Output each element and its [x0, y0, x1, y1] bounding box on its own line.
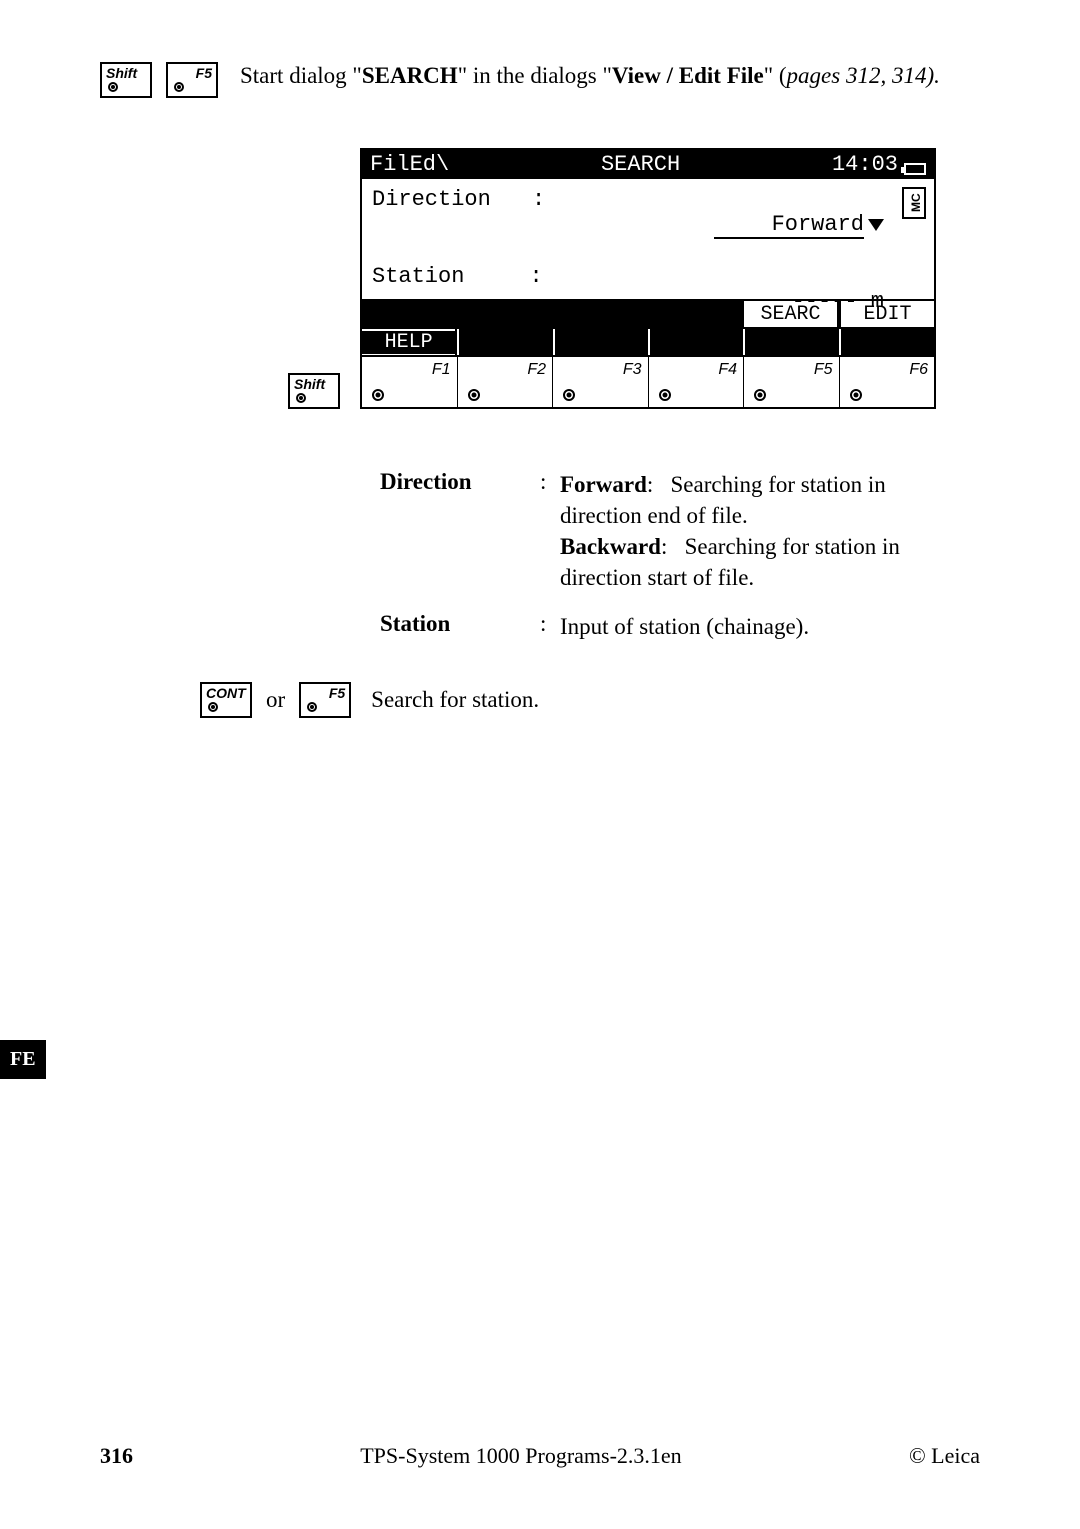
footer-right: © Leica	[909, 1443, 980, 1469]
f6-button[interactable]: F6	[840, 357, 935, 407]
colon: :	[540, 469, 560, 593]
device-block: Shift FilEd\ SEARCH 14:03 MC Direction :…	[100, 148, 980, 409]
station-value: -----	[792, 289, 858, 314]
direction-row: Direction : Forward	[372, 187, 924, 264]
backward-label: Backward	[560, 534, 661, 559]
colon: :	[532, 187, 552, 264]
station-field[interactable]: ----- m	[549, 264, 924, 339]
intro-prefix: Start dialog "	[240, 63, 362, 88]
device-shift-key-col: Shift	[100, 205, 360, 409]
intro-keys: Shift F5	[100, 60, 240, 98]
intro-text: Start dialog "SEARCH" in the dialogs "Vi…	[240, 60, 980, 91]
def-term: Direction	[380, 469, 540, 593]
device-screen: FilEd\ SEARCH 14:03 MC Direction : Forwa…	[360, 148, 936, 409]
f3-button[interactable]: F3	[553, 357, 649, 407]
direction-label: Direction	[372, 187, 532, 264]
forward-label: Forward	[560, 472, 647, 497]
key-label: F5	[196, 66, 212, 80]
footer-center: TPS-System 1000 Programs-2.3.1en	[133, 1443, 909, 1469]
intro-mid: " in the dialogs "	[458, 63, 612, 88]
f5-key[interactable]: F5	[166, 62, 218, 98]
key-label: F3	[623, 361, 642, 379]
key-label: F4	[718, 361, 737, 379]
key-label: F5	[329, 686, 345, 700]
station-label: Station	[372, 264, 529, 339]
definitions: Direction : Forward: Searching for stati…	[380, 469, 960, 642]
colon: :	[529, 264, 549, 339]
key-dot-icon	[659, 389, 671, 401]
f5-key-2[interactable]: F5	[299, 682, 351, 718]
def-body: Input of station (chainage).	[560, 611, 960, 642]
key-label: F2	[527, 361, 546, 379]
key-label: Shift	[294, 377, 325, 391]
key-dot-icon	[307, 702, 317, 712]
colon: :	[540, 611, 560, 642]
chevron-down-icon	[868, 219, 884, 231]
key-dot-icon	[850, 389, 862, 401]
key-label: F6	[909, 361, 928, 379]
action-row: CONT or F5 Search for station.	[200, 682, 980, 718]
intro-suf1: " (	[764, 63, 787, 88]
cont-key[interactable]: CONT	[200, 682, 252, 718]
fn-buttons-row: F1 F2 F3 F4 F5 F6	[362, 355, 934, 407]
side-tab: FE	[0, 1040, 46, 1079]
station-unit: m	[871, 289, 884, 314]
key-dot-icon	[208, 702, 218, 712]
page-number: 316	[100, 1443, 133, 1469]
intro-bold1: SEARCH	[362, 63, 458, 88]
intro-row: Shift F5 Start dialog "SEARCH" in the di…	[100, 60, 980, 98]
def-direction: Direction : Forward: Searching for stati…	[380, 469, 960, 593]
def-station: Station : Input of station (chainage).	[380, 611, 960, 642]
intro-bold2: View / Edit File	[612, 63, 764, 88]
key-dot-icon	[296, 393, 306, 403]
direction-field[interactable]: Forward	[552, 187, 924, 264]
key-dot-icon	[468, 389, 480, 401]
def-term: Station	[380, 611, 540, 642]
def-body: Forward: Searching for station in direct…	[560, 469, 960, 593]
key-label: Shift	[106, 66, 137, 80]
title-mid: SEARCH	[601, 152, 680, 177]
device-body: MC Direction : Forward Station : ----- m	[362, 179, 934, 299]
f4-button[interactable]: F4	[649, 357, 745, 407]
direction-value: Forward	[772, 212, 864, 237]
footer: 316 TPS-System 1000 Programs-2.3.1en © L…	[100, 1443, 980, 1469]
key-dot-icon	[754, 389, 766, 401]
key-label: F1	[432, 361, 451, 379]
key-dot-icon	[563, 389, 575, 401]
title-time: 14:03	[832, 152, 898, 177]
intro-italic: pages 312, 314).	[787, 63, 940, 88]
title-right: 14:03	[832, 152, 926, 177]
key-label: F5	[814, 361, 833, 379]
device-titlebar: FilEd\ SEARCH 14:03	[362, 150, 934, 179]
shift-key[interactable]: Shift	[100, 62, 152, 98]
mc-icon: MC	[902, 187, 926, 219]
f1-button[interactable]: F1	[362, 357, 458, 407]
title-left: FilEd\	[370, 152, 449, 177]
or-text: or	[266, 687, 285, 713]
action-text: Search for station.	[371, 687, 539, 713]
f5-button[interactable]: F5	[744, 357, 840, 407]
f2-button[interactable]: F2	[458, 357, 554, 407]
key-dot-icon	[174, 82, 184, 92]
shift-key-2[interactable]: Shift	[288, 373, 340, 409]
station-row: Station : ----- m	[372, 264, 924, 339]
key-dot-icon	[372, 389, 384, 401]
battery-icon	[904, 163, 926, 175]
key-label: CONT	[206, 686, 246, 700]
key-dot-icon	[108, 82, 118, 92]
